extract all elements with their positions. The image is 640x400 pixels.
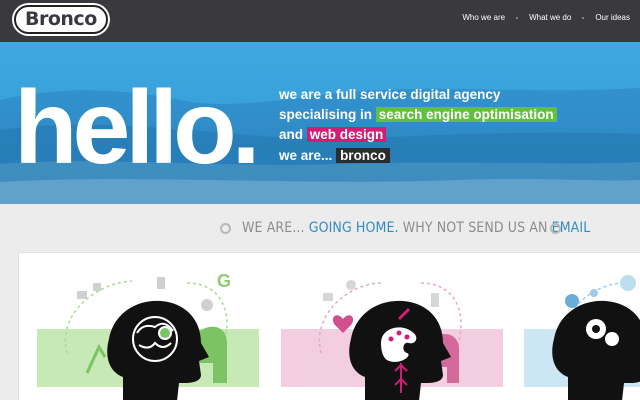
bronco-logo[interactable]: Bronco: [14, 5, 108, 34]
hero-banner: hello. we are a full service digital age…: [0, 42, 640, 204]
seo-highlight: search engine optimisation: [375, 107, 557, 122]
svg-text:G: G: [217, 271, 231, 291]
strip-message: WE ARE... GOING HOME. WHY NOT SEND US AN…: [242, 220, 590, 236]
gears-icon: [552, 275, 640, 400]
we-are-prefix: we are...: [279, 148, 333, 163]
web-design-highlight: web design: [306, 127, 387, 142]
tagline-line-1: we are a full service digital agency: [279, 87, 501, 102]
brain-magnifier-icon: G: [64, 271, 231, 400]
message-strip: WE ARE... GOING HOME. WHY NOT SEND US AN…: [0, 204, 640, 252]
nav-our-ideas[interactable]: Our ideas: [595, 13, 630, 22]
paint-palette-icon: [318, 280, 462, 400]
hero-headline: hello.: [14, 70, 261, 186]
nav-separator: [582, 16, 585, 19]
tagline-line-3: and web design: [279, 125, 609, 145]
service-panel-ideas[interactable]: [524, 253, 640, 400]
bronco-highlight: bronco: [336, 148, 390, 163]
service-panel-seo[interactable]: G: [37, 253, 259, 400]
nav-what-we-do[interactable]: What we do: [529, 13, 571, 22]
strip-middle: WHY NOT SEND US AN: [402, 220, 548, 236]
main-nav: Who we are What we do Our ideas: [462, 13, 630, 22]
we-are-bronco: we are... bronco: [279, 146, 390, 166]
nav-who-we-are[interactable]: Who we are: [462, 13, 505, 22]
service-panel-design[interactable]: [281, 253, 503, 400]
nav-separator: [516, 16, 519, 19]
circle-left-icon: [220, 223, 231, 234]
tagline-line-2-prefix: specialising in: [279, 107, 373, 122]
strip-prefix: WE ARE...: [242, 220, 305, 236]
hero-tagline: we are a full service digital agency spe…: [279, 85, 609, 145]
tagline-line-2: specialising in search engine optimisati…: [279, 105, 609, 125]
tagline-line-3-prefix: and: [279, 127, 304, 142]
going-home-link[interactable]: GOING HOME.: [309, 220, 399, 236]
circle-right-icon: [550, 223, 561, 234]
top-bar: Bronco Who we are What we do Our ideas: [0, 0, 640, 42]
services-section: G: [18, 252, 640, 400]
